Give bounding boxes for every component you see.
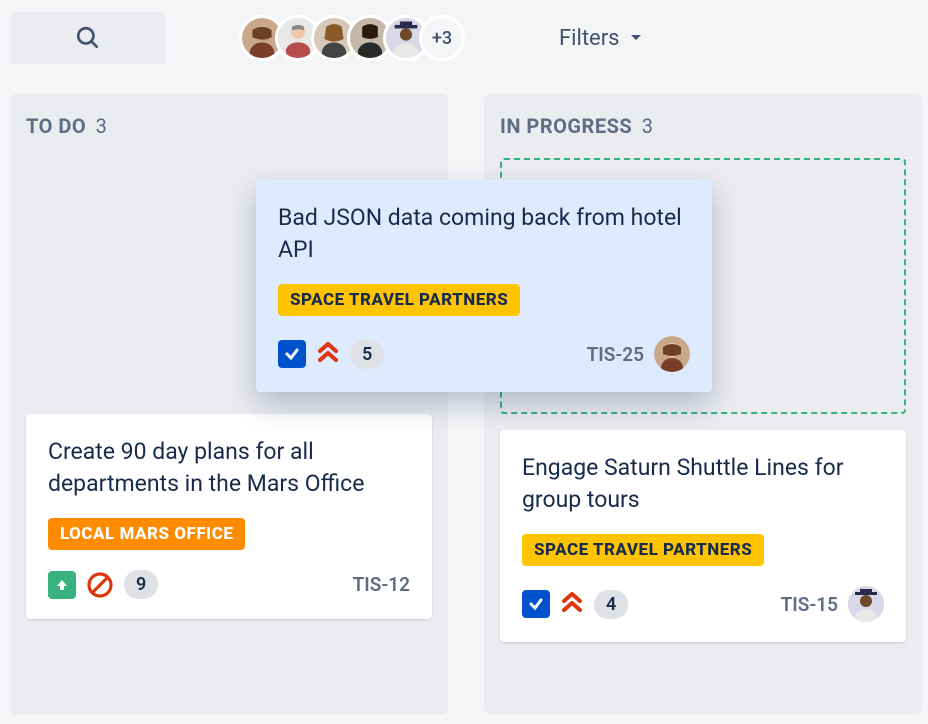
column-count: 3 <box>96 114 108 138</box>
issue-id: TIS-12 <box>353 573 410 596</box>
issue-id: TIS-15 <box>781 593 838 616</box>
column-count: 3 <box>642 114 654 138</box>
story-type-icon <box>48 571 76 599</box>
card-tis-25-dragging[interactable]: Bad JSON data coming back from hotel API… <box>256 180 712 392</box>
story-points: 9 <box>124 570 158 599</box>
column-label: TO DO <box>26 114 86 138</box>
card-title: Create 90 day plans for all departments … <box>48 436 410 500</box>
column-header-in-progress: IN PROGRESS 3 <box>500 114 906 138</box>
story-points: 4 <box>594 590 628 619</box>
story-points: 5 <box>350 340 384 369</box>
card-footer: 9 TIS-12 <box>48 570 410 599</box>
avatar-stack: +3 <box>249 15 465 61</box>
topbar: +3 Filters <box>0 0 928 76</box>
card-footer: 4 TIS-15 <box>522 586 884 622</box>
task-type-icon <box>522 590 550 618</box>
issue-id: TIS-25 <box>587 343 644 366</box>
card-tis-15[interactable]: Engage Saturn Shuttle Lines for group to… <box>500 430 906 642</box>
task-type-icon <box>278 340 306 368</box>
card-label: LOCAL MARS OFFICE <box>48 518 245 550</box>
card-label: SPACE TRAVEL PARTNERS <box>522 534 764 566</box>
filters-label: Filters <box>559 26 620 51</box>
assignee-avatar[interactable] <box>654 336 690 372</box>
priority-highest-icon <box>316 338 340 370</box>
card-tis-12[interactable]: Create 90 day plans for all departments … <box>26 414 432 619</box>
avatar-overflow[interactable]: +3 <box>419 15 465 61</box>
card-label: SPACE TRAVEL PARTNERS <box>278 284 520 316</box>
search-icon <box>75 25 101 51</box>
assignee-avatar[interactable] <box>848 586 884 622</box>
search-button[interactable] <box>10 12 165 64</box>
chevron-down-icon <box>628 30 644 46</box>
priority-highest-icon <box>560 588 584 620</box>
card-footer: 5 TIS-25 <box>278 336 690 372</box>
column-header-todo: TO DO 3 <box>26 114 432 138</box>
filters-button[interactable]: Filters <box>559 26 644 51</box>
column-label: IN PROGRESS <box>500 114 632 138</box>
card-title: Bad JSON data coming back from hotel API <box>278 202 690 266</box>
blocked-icon <box>86 571 114 599</box>
board: TO DO 3 Create 90 day plans for all depa… <box>0 76 928 714</box>
card-title: Engage Saturn Shuttle Lines for group to… <box>522 452 884 516</box>
